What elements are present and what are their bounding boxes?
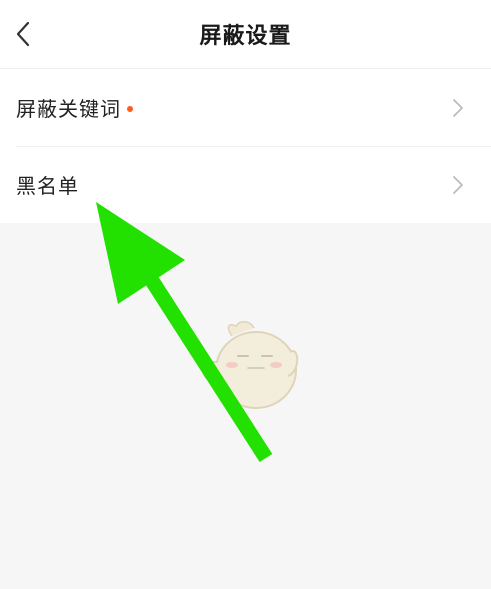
settings-item-blacklist[interactable]: 黑名单 xyxy=(0,146,491,223)
settings-item-label: 屏蔽关键词 xyxy=(16,93,133,122)
mascot-watermark xyxy=(202,321,299,409)
page-title: 屏蔽设置 xyxy=(199,24,292,49)
notification-dot xyxy=(127,105,133,112)
chevron-right-icon xyxy=(453,175,463,194)
chevron-right-icon xyxy=(453,98,463,117)
divider xyxy=(16,146,491,147)
settings-item-label: 黑名单 xyxy=(16,174,79,198)
settings-item-blocked-keywords[interactable]: 屏蔽关键词 xyxy=(0,69,491,146)
nav-bar: 屏蔽设置 xyxy=(0,0,491,69)
settings-list: 屏蔽关键词 黑名单 xyxy=(0,69,491,223)
annotation-arrow xyxy=(96,202,273,463)
